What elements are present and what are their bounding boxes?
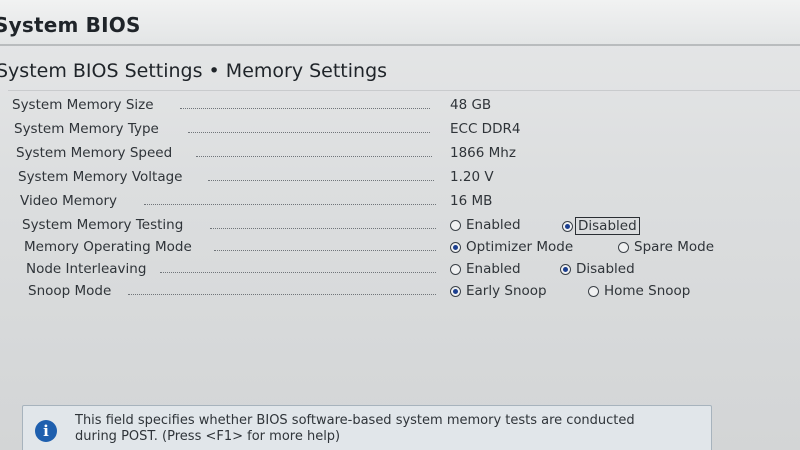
- radio-memory-testing-enabled[interactable]: Enabled: [450, 217, 521, 233]
- dotted-leader: [180, 108, 430, 109]
- settings-panel: System Memory Size 48 GB System Memory T…: [8, 90, 800, 391]
- setting-label: Video Memory: [20, 193, 118, 209]
- setting-row-snoop-mode: Snoop Mode Early Snoop Home Snoop: [28, 283, 800, 303]
- setting-label: Node Interleaving: [26, 261, 147, 277]
- radio-memory-testing-disabled[interactable]: Disabled: [562, 217, 640, 235]
- setting-row-memory-voltage: System Memory Voltage 1.20 V: [18, 169, 798, 189]
- radio-label: Spare Mode: [634, 239, 715, 255]
- radio-operating-mode-spare[interactable]: Spare Mode: [618, 239, 714, 255]
- dotted-leader: [210, 228, 436, 229]
- setting-row-memory-speed: System Memory Speed 1866 Mhz: [16, 145, 796, 165]
- radio-label: Enabled: [466, 217, 521, 233]
- setting-value: 1866 Mhz: [450, 145, 516, 161]
- dotted-leader: [128, 294, 436, 295]
- setting-value: ECC DDR4: [450, 121, 521, 137]
- dotted-leader: [160, 272, 436, 273]
- radio-unselected-icon: [618, 241, 629, 253]
- setting-label: System Memory Speed: [16, 145, 173, 161]
- radio-node-interleaving-disabled[interactable]: Disabled: [560, 261, 635, 277]
- radio-selected-icon: [450, 241, 461, 253]
- setting-value: 1.20 V: [450, 169, 494, 185]
- radio-unselected-icon: [450, 219, 461, 231]
- dotted-leader: [214, 250, 436, 251]
- setting-row-memory-size: System Memory Size 48 GB: [12, 97, 792, 117]
- setting-label: System Memory Testing: [22, 217, 184, 233]
- setting-value: 16 MB: [450, 193, 493, 209]
- bios-screen: System BIOS System BIOS Settings • Memor…: [0, 0, 800, 450]
- radio-label: Optimizer Mode: [466, 239, 574, 255]
- radio-unselected-icon: [588, 285, 599, 297]
- radio-selected-icon: [450, 285, 461, 297]
- page-title: System BIOS Settings • Memory Settings: [0, 60, 388, 82]
- setting-row-node-interleaving: Node Interleaving Enabled Disabled: [26, 261, 800, 281]
- window-title: System BIOS: [0, 13, 141, 37]
- radio-operating-mode-optimizer[interactable]: Optimizer Mode: [450, 239, 573, 255]
- setting-row-operating-mode: Memory Operating Mode Optimizer Mode Spa…: [24, 239, 800, 259]
- radio-unselected-icon: [450, 263, 461, 275]
- setting-label: System Memory Voltage: [18, 169, 183, 185]
- info-icon: i: [35, 420, 57, 442]
- setting-label: System Memory Type: [14, 121, 159, 137]
- dotted-leader: [196, 156, 432, 157]
- dotted-leader: [208, 180, 434, 181]
- setting-value: 48 GB: [450, 97, 492, 113]
- title-bar: System BIOS: [0, 0, 800, 46]
- radio-label: Disabled: [576, 261, 635, 277]
- setting-label: System Memory Size: [12, 97, 154, 113]
- setting-row-video-memory: Video Memory 16 MB: [20, 193, 800, 213]
- radio-snoop-mode-early[interactable]: Early Snoop: [450, 283, 547, 299]
- radio-label: Enabled: [466, 261, 521, 277]
- help-text: This field specifies whether BIOS softwa…: [75, 413, 635, 445]
- help-text-line-1: This field specifies whether BIOS softwa…: [75, 413, 635, 428]
- help-panel: i This field specifies whether BIOS soft…: [22, 405, 712, 450]
- setting-row-memory-testing: System Memory Testing Enabled Disabled: [22, 217, 800, 237]
- radio-selected-icon: [560, 263, 571, 275]
- radio-snoop-mode-home[interactable]: Home Snoop: [588, 283, 690, 299]
- help-text-line-2: during POST. (Press <F1> for more help): [75, 429, 341, 444]
- radio-selected-icon: [562, 220, 573, 232]
- radio-label-focused: Disabled: [575, 217, 640, 235]
- radio-node-interleaving-enabled[interactable]: Enabled: [450, 261, 521, 277]
- dotted-leader: [144, 204, 436, 205]
- setting-label: Memory Operating Mode: [24, 239, 192, 255]
- setting-label: Snoop Mode: [28, 283, 112, 299]
- radio-label: Home Snoop: [604, 283, 691, 299]
- setting-row-memory-type: System Memory Type ECC DDR4: [14, 121, 794, 141]
- radio-label: Early Snoop: [466, 283, 547, 299]
- dotted-leader: [188, 132, 430, 133]
